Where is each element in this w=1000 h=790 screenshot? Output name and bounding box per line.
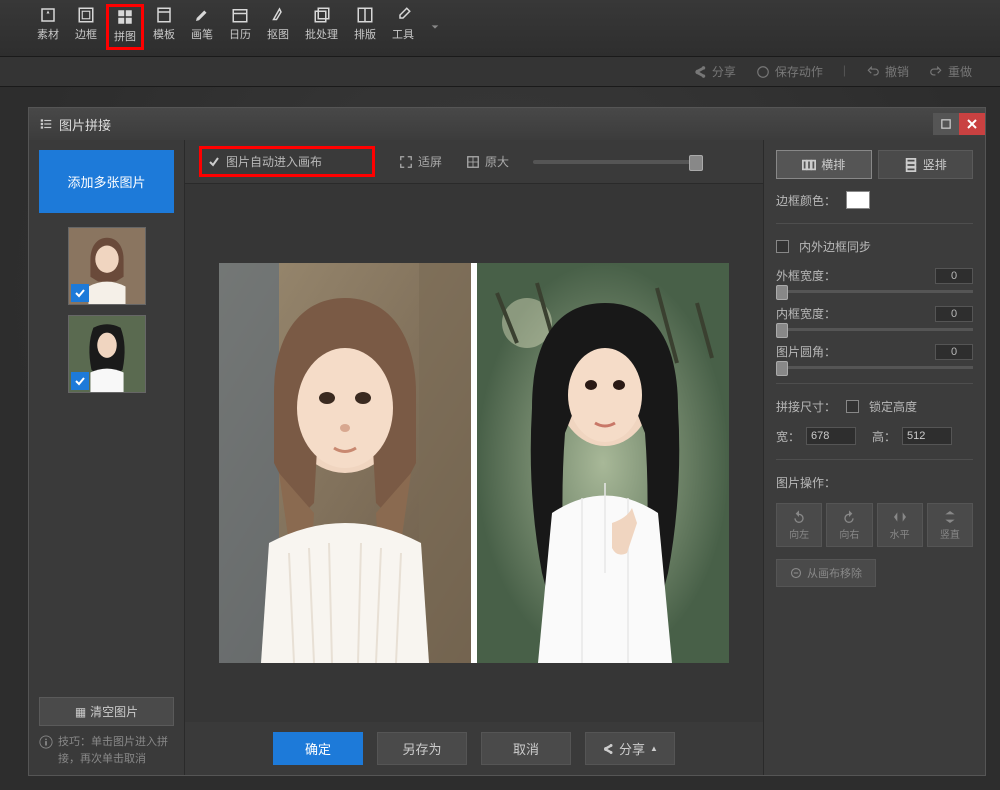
original-icon [466,155,480,169]
remove-icon [790,567,802,579]
tip-text: 技巧：单击图片进入拼接，再次单击取消 [39,734,174,775]
tool-frame[interactable]: 边框 [68,4,104,50]
horizontal-tab[interactable]: 横排 [776,150,872,179]
auto-enter-checkbox[interactable]: 图片自动进入画布 [199,146,375,177]
rotate-right-button[interactable]: 向右 [826,503,872,547]
share-button[interactable]: 分享 ▲ [585,732,675,765]
splice-size-row: 拼接尺寸： 锁定高度 [776,398,973,415]
tool-dropdown[interactable] [423,4,447,50]
sync-border-row[interactable]: 内外边框同步 [776,238,973,255]
info-icon [39,735,53,749]
outer-width-value[interactable]: 0 [935,268,973,284]
left-panel: 添加多张图片 [29,140,185,775]
flip-h-button[interactable]: 水平 [877,503,923,547]
corner-row: 图片圆角： 0 [776,343,973,369]
rotate-left-icon [791,509,807,525]
tool-calendar[interactable]: 日历 [222,4,258,50]
vertical-icon [904,158,918,172]
image-ops-label: 图片操作： [776,474,973,491]
zoom-slider[interactable] [533,160,703,164]
check-icon [71,372,89,390]
inner-width-row: 内框宽度： 0 [776,305,973,331]
border-color-row: 边框颜色： [776,191,973,209]
top-toolbar: 素材 边框 拼图 模板 画笔 日历 抠图 批处理 排版 工具 [0,0,1000,57]
redo-action[interactable]: 重做 [929,63,972,80]
size-inputs: 宽： 高： [776,427,973,445]
tool-batch[interactable]: 批处理 [298,4,345,50]
flip-h-icon [892,509,908,525]
check-icon [71,284,89,302]
height-input[interactable] [902,427,952,445]
tool-collage[interactable]: 拼图 [106,4,144,50]
fit-screen-button[interactable]: 适屏 [399,153,442,170]
outer-width-slider[interactable] [776,290,973,293]
tool-material[interactable]: 素材 [30,4,66,50]
canvas-area[interactable] [185,184,763,722]
close-button[interactable] [959,113,985,135]
tool-brush[interactable]: 画笔 [184,4,220,50]
tool-layout[interactable]: 排版 [347,4,383,50]
flip-v-button[interactable]: 竖直 [927,503,973,547]
lock-height-checkbox[interactable] [846,400,859,413]
canvas-toolbar: 图片自动进入画布 适屏 原大 [185,140,763,184]
thumbnail-item[interactable] [68,227,146,305]
horizontal-icon [802,158,816,172]
redo-icon [929,65,943,79]
cancel-button[interactable]: 取消 [481,732,571,765]
canvas-image-1[interactable] [219,263,471,663]
corner-value[interactable]: 0 [935,344,973,360]
share-action[interactable]: 分享 [693,63,736,80]
width-input[interactable] [806,427,856,445]
tool-tools[interactable]: 工具 [385,4,421,50]
image-op-buttons: 向左 向右 水平 竖直 [776,503,973,547]
collage-dialog: 图片拼接 添加多张图片 [28,107,986,776]
tool-cutout[interactable]: 抠图 [260,4,296,50]
share-icon [693,65,707,79]
rotate-right-icon [841,509,857,525]
dialog-title: 图片拼接 [59,115,111,134]
tool-template[interactable]: 模板 [146,4,182,50]
original-size-button[interactable]: 原大 [466,153,509,170]
undo-action[interactable]: 撤销 [866,63,909,80]
check-icon [208,156,220,168]
maximize-button[interactable] [933,113,959,135]
outer-width-row: 外框宽度： 0 [776,267,973,293]
clear-images-button[interactable]: ▦清空图片 [39,697,174,726]
right-panel: 横排 竖排 边框颜色： 内外边框同步 [763,140,985,775]
fit-icon [399,155,413,169]
rotate-left-button[interactable]: 向左 [776,503,822,547]
flip-v-icon [942,509,958,525]
dialog-titlebar: 图片拼接 [29,108,985,140]
save-action[interactable]: 保存动作 [756,63,823,80]
add-images-button[interactable]: 添加多张图片 [39,150,174,213]
border-color-swatch[interactable] [846,191,870,209]
canvas-content [219,263,729,663]
list-icon [39,117,53,131]
inner-width-slider[interactable] [776,328,973,331]
sync-checkbox[interactable] [776,240,789,253]
thumbnail-list [39,227,174,697]
save-icon [756,65,770,79]
inner-width-value[interactable]: 0 [935,306,973,322]
remove-from-canvas-button[interactable]: 从画布移除 [776,559,876,587]
center-panel: 图片自动进入画布 适屏 原大 [185,140,763,775]
share-icon [602,743,614,755]
canvas-image-2[interactable] [477,263,729,663]
save-as-button[interactable]: 另存为 [377,732,467,765]
dialog-buttons: 确定 另存为 取消 分享 ▲ [185,722,763,775]
ok-button[interactable]: 确定 [273,732,363,765]
sub-toolbar: 分享 保存动作 | 撤销 重做 [0,57,1000,87]
vertical-tab[interactable]: 竖排 [878,150,974,179]
undo-icon [866,65,880,79]
thumbnail-item[interactable] [68,315,146,393]
corner-slider[interactable] [776,366,973,369]
